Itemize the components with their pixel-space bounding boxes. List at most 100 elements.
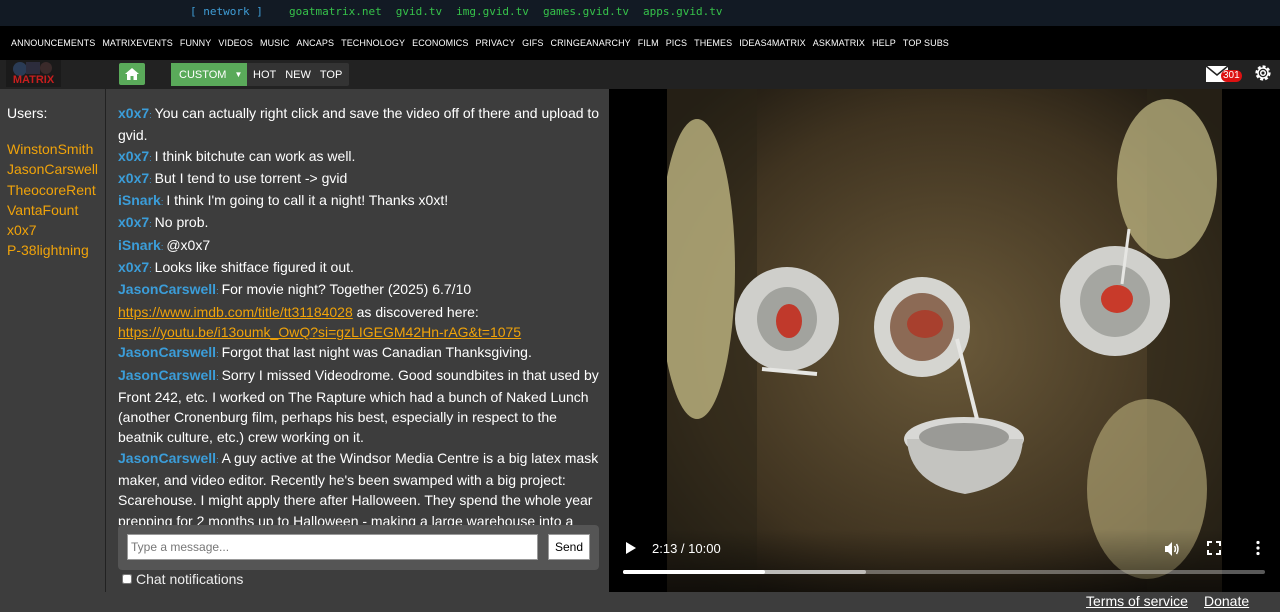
sort-bar: CUSTOM ▼ HOT NEW TOP xyxy=(171,63,349,86)
subverse-nav-item[interactable]: PRIVACY xyxy=(476,38,516,48)
chat-message-separator: : xyxy=(216,454,219,465)
chat-message-nick[interactable]: JasonCarswell xyxy=(118,344,216,360)
chat-message-text: For movie night? Together (2025) 6.7/10 xyxy=(221,281,472,298)
chat-message-separator: : xyxy=(149,110,152,120)
subverse-nav-item[interactable]: ECONOMICS xyxy=(412,38,468,48)
chat-message-nick[interactable]: x0x7 xyxy=(118,170,149,186)
chat-notifications-toggle[interactable]: Chat notifications xyxy=(122,571,243,587)
chat-message-nick[interactable]: x0x7 xyxy=(118,105,149,121)
subverse-nav-item[interactable]: THEMES xyxy=(694,38,732,48)
network-links: goatmatrix.net gvid.tv img.gvid.tv games.gv… xyxy=(289,5,723,18)
chat-message: x0x7: Looks like shitface figured it out. xyxy=(118,257,600,279)
chat-message-separator: : xyxy=(149,152,152,163)
terms-link[interactable]: Terms of service xyxy=(1086,593,1188,609)
chevron-down-icon: ▼ xyxy=(234,70,243,79)
chat-message-text: @x0x7 xyxy=(166,236,211,253)
user-list-item[interactable]: VantaFount xyxy=(7,200,98,220)
video-time: 2:13 / 10:00 xyxy=(652,541,721,556)
sort-tab-top[interactable]: TOP xyxy=(320,69,342,81)
user-list-item[interactable]: WinstonSmith xyxy=(7,139,98,159)
chat-message: JasonCarswell: A guy active at the Windso… xyxy=(118,448,600,525)
users-title: Users: xyxy=(7,105,48,121)
network-link[interactable]: goatmatrix.net xyxy=(289,5,382,18)
chat-message-separator: : xyxy=(216,349,219,360)
matrix-logo[interactable]: MATRIX xyxy=(6,60,61,87)
subverse-nav-item[interactable]: CRINGEANARCHY xyxy=(550,38,630,48)
chat-message-text: as discovered here: xyxy=(352,303,479,320)
chat-message-separator: : xyxy=(216,371,219,382)
network-link[interactable]: gvid.tv xyxy=(396,5,442,18)
user-list-item[interactable]: TheocoreRent xyxy=(7,180,98,200)
subverse-nav-item[interactable]: MUSIC xyxy=(260,38,290,48)
subverse-nav-item[interactable]: PICS xyxy=(666,38,687,48)
chat-message-link[interactable]: https://youtu.be/i13oumk_OwQ?si=gzLIGEGM… xyxy=(118,324,521,340)
sort-tab-hot[interactable]: HOT xyxy=(253,69,276,81)
network-link[interactable]: img.gvid.tv xyxy=(456,5,529,18)
chat-message-separator: : xyxy=(160,241,164,252)
chat-message: JasonCarswell: Forgot that last night was… xyxy=(118,342,600,364)
network-bar: [ network ] goatmatrix.net gvid.tv img.gvi… xyxy=(0,0,1280,26)
chat-message-nick[interactable]: JasonCarswell xyxy=(118,367,216,383)
chat-message-link[interactable]: https://www.imdb.com/title/tt31184028 xyxy=(118,304,353,320)
network-label[interactable]: [ network ] xyxy=(190,5,263,18)
chat-message-text: No prob. xyxy=(154,214,209,231)
network-link[interactable]: games.gvid.tv xyxy=(543,5,629,18)
chat-message-nick[interactable]: x0x7 xyxy=(118,259,149,275)
user-list-item[interactable]: x0x7 xyxy=(7,220,98,240)
mail-count-badge: 301 xyxy=(1221,70,1242,82)
logo-text: MATRIX xyxy=(13,74,55,86)
subverse-nav-item[interactable]: VIDEOS xyxy=(218,38,253,48)
chat-message-nick[interactable]: iSnark xyxy=(118,192,161,208)
gear-icon[interactable] xyxy=(1253,63,1273,83)
chat-notifications-label: Chat notifications xyxy=(136,571,244,587)
subverse-nav-item[interactable]: IDEAS4MATRIX xyxy=(739,38,806,48)
subverse-nav-item[interactable]: TOP SUBS xyxy=(903,38,949,48)
user-list-item[interactable]: P-38lightning xyxy=(7,240,98,260)
chat-message-text: But I tend to use torrent -> gvid xyxy=(154,169,348,186)
chat-notifications-checkbox[interactable] xyxy=(122,574,132,584)
chat-message-nick[interactable]: iSnark xyxy=(118,237,161,253)
chat-message-text: I think I'm going to call it a night! Th… xyxy=(166,192,449,209)
chat-message: iSnark: @x0x7 xyxy=(118,235,600,257)
subverse-nav-item[interactable]: ASKMATRIX xyxy=(813,38,865,48)
home-button[interactable] xyxy=(119,63,145,85)
chat-message-input[interactable] xyxy=(127,534,538,560)
chat-message: JasonCarswell: Sorry I missed Videodrome.… xyxy=(118,365,600,448)
chat-message-nick[interactable]: x0x7 xyxy=(118,148,149,164)
chat-message: iSnark: I think I'm going to call it a ni… xyxy=(118,190,600,212)
more-options-icon[interactable] xyxy=(1253,540,1263,556)
fullscreen-icon[interactable] xyxy=(1207,541,1221,555)
chat-message-text: Looks like shitface figured it out. xyxy=(154,259,354,276)
video-progress-bar[interactable] xyxy=(623,570,1265,574)
subverse-nav-item[interactable]: ANCAPS xyxy=(296,38,334,48)
chat-message: x0x7: I think bitchute can work as well. xyxy=(118,146,600,168)
subverse-nav-item[interactable]: TECHNOLOGY xyxy=(341,38,405,48)
chat-message-nick[interactable]: JasonCarswell xyxy=(118,281,216,297)
sort-tab-new[interactable]: NEW xyxy=(285,69,311,81)
subverse-nav-item[interactable]: FUNNY xyxy=(180,38,212,48)
home-icon xyxy=(125,68,139,80)
video-player[interactable]: 2:13 / 10:00 xyxy=(609,89,1280,592)
chat-message-text: You can actually right click and save th… xyxy=(118,105,600,144)
play-icon[interactable] xyxy=(625,541,637,555)
chat-message-separator: : xyxy=(149,219,152,230)
subverse-nav-item[interactable]: HELP xyxy=(872,38,896,48)
chat-message-nick[interactable]: x0x7 xyxy=(118,214,149,230)
user-list-item[interactable]: JasonCarswell xyxy=(7,159,98,179)
subverse-nav-item[interactable]: MATRIXEVENTS xyxy=(102,38,173,48)
sort-custom-dropdown[interactable]: CUSTOM ▼ xyxy=(171,63,247,86)
volume-icon[interactable] xyxy=(1164,541,1180,557)
chat-message-separator: : xyxy=(216,286,219,297)
chat-messages[interactable]: x0x7: You can actually right click and sa… xyxy=(118,103,600,525)
sort-custom-label: CUSTOM xyxy=(179,68,227,81)
subverse-nav-item[interactable]: ANNOUNCEMENTS xyxy=(11,38,95,48)
chat-composer: Send xyxy=(118,525,599,570)
chat-message-nick[interactable]: JasonCarswell xyxy=(118,450,216,466)
video-controls: 2:13 / 10:00 xyxy=(609,529,1280,592)
subverse-nav-item[interactable]: GIFS xyxy=(522,38,543,48)
send-button[interactable]: Send xyxy=(548,534,590,560)
subverse-nav-item[interactable]: FILM xyxy=(638,38,659,48)
donate-link[interactable]: Donate xyxy=(1204,593,1249,609)
network-link[interactable]: apps.gvid.tv xyxy=(643,5,722,18)
chat-message-text: Forgot that last night was Canadian Than… xyxy=(221,344,532,361)
